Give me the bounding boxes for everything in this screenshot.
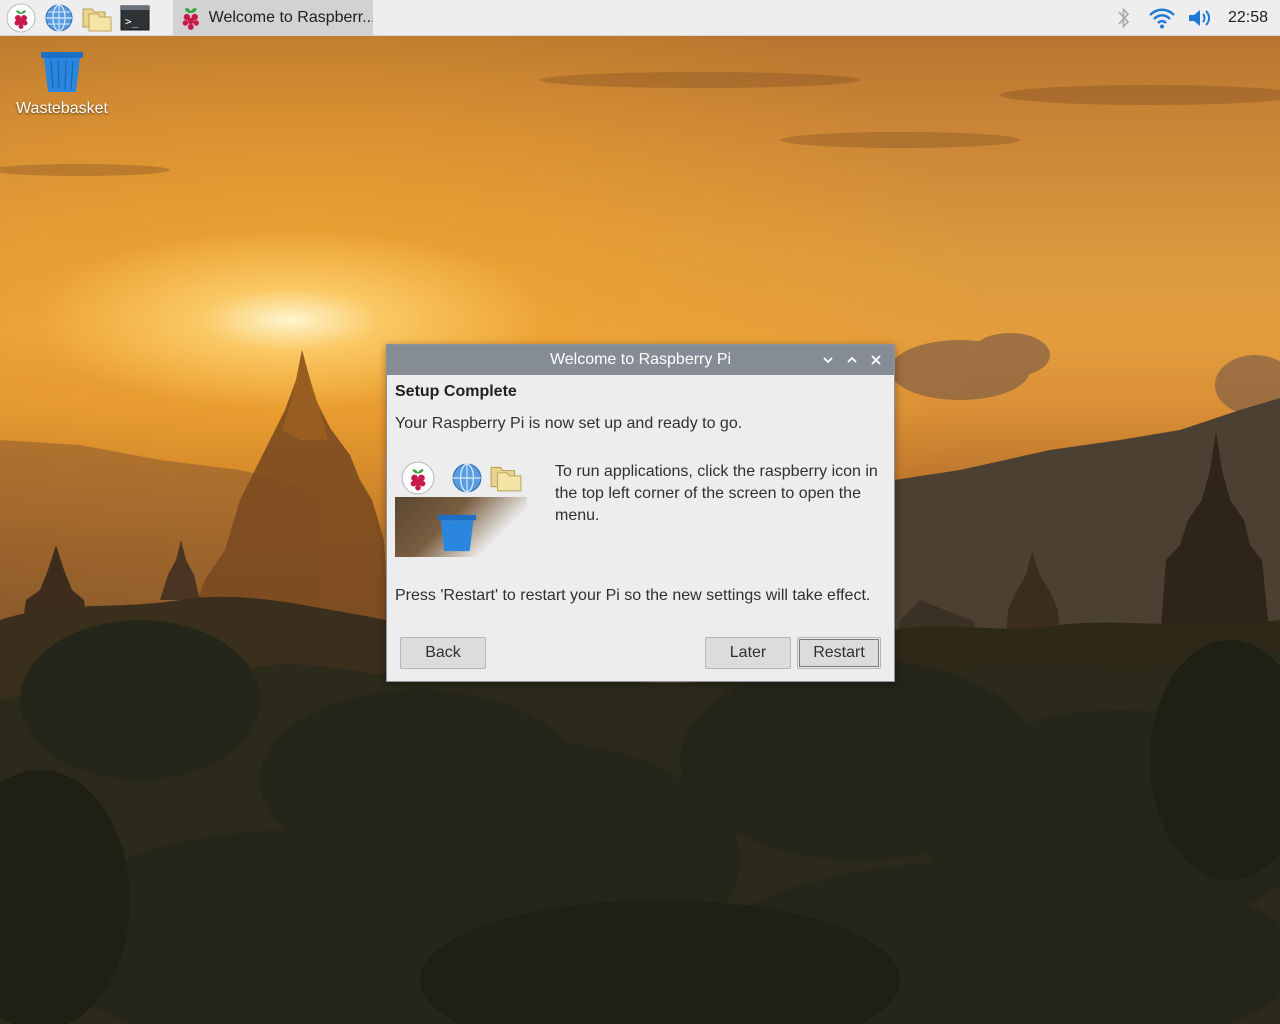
folder-icon: [82, 8, 112, 31]
taskbar-task-label: Welcome to Raspberr...: [208, 9, 373, 26]
file-manager-launcher[interactable]: [80, 1, 114, 35]
svg-text:>_: >_: [125, 15, 139, 28]
bluetooth-icon: [1118, 7, 1130, 29]
folder-icon: [490, 466, 522, 492]
dialog-message: Your Raspberry Pi is now set up and read…: [395, 415, 743, 432]
dialog-titlebar[interactable]: Welcome to Raspberry Pi: [387, 345, 894, 375]
menu-hint-illustration: [395, 457, 527, 557]
desktop-icon-label: Wastebasket: [16, 100, 108, 117]
wastebasket-icon: [41, 52, 83, 92]
dialog-restart-note: Press 'Restart' to restart your Pi so th…: [395, 587, 871, 604]
raspberry-icon: [401, 461, 435, 495]
raspberry-menu-button[interactable]: [4, 1, 38, 35]
system-tray: 22:58: [1108, 0, 1280, 36]
desktop-icon-wastebasket[interactable]: Wastebasket: [10, 50, 114, 118]
maximize-button[interactable]: [840, 348, 864, 372]
restart-button[interactable]: Restart: [797, 637, 881, 669]
dialog-title: Welcome to Raspberry Pi: [549, 351, 732, 368]
close-button[interactable]: [864, 348, 888, 372]
window-controls: [816, 345, 888, 375]
minimize-button[interactable]: [816, 348, 840, 372]
chevron-down-icon: [823, 357, 833, 364]
taskbar: >_ Welcome to Raspberr... 22:58: [0, 0, 1280, 36]
globe-icon: [452, 463, 482, 493]
browser-launcher[interactable]: [42, 1, 76, 35]
globe-icon: [45, 3, 73, 32]
wifi-icon: [1149, 8, 1175, 29]
wifi-button[interactable]: [1146, 0, 1178, 36]
terminal-icon: >_: [120, 5, 150, 30]
wastebasket-icon: [437, 514, 477, 552]
close-icon: [871, 355, 881, 365]
dialog-hint: To run applications, click the raspberry…: [555, 463, 878, 524]
chevron-up-icon: [847, 356, 857, 363]
volume-icon: [1188, 10, 1210, 26]
clock[interactable]: 22:58: [1228, 9, 1268, 27]
back-button[interactable]: Back: [400, 637, 486, 669]
volume-button[interactable]: [1184, 0, 1216, 36]
dialog-heading: Setup Complete: [395, 383, 517, 400]
taskbar-task-welcome[interactable]: Welcome to Raspberr...: [173, 0, 373, 36]
bluetooth-button[interactable]: [1108, 0, 1140, 36]
terminal-launcher[interactable]: >_: [118, 1, 152, 35]
raspberry-icon: [6, 3, 36, 32]
welcome-dialog: Welcome to Raspberry Pi Setup Complete Y…: [386, 344, 895, 682]
later-button[interactable]: Later: [705, 637, 791, 669]
raspberry-icon: [182, 8, 199, 30]
